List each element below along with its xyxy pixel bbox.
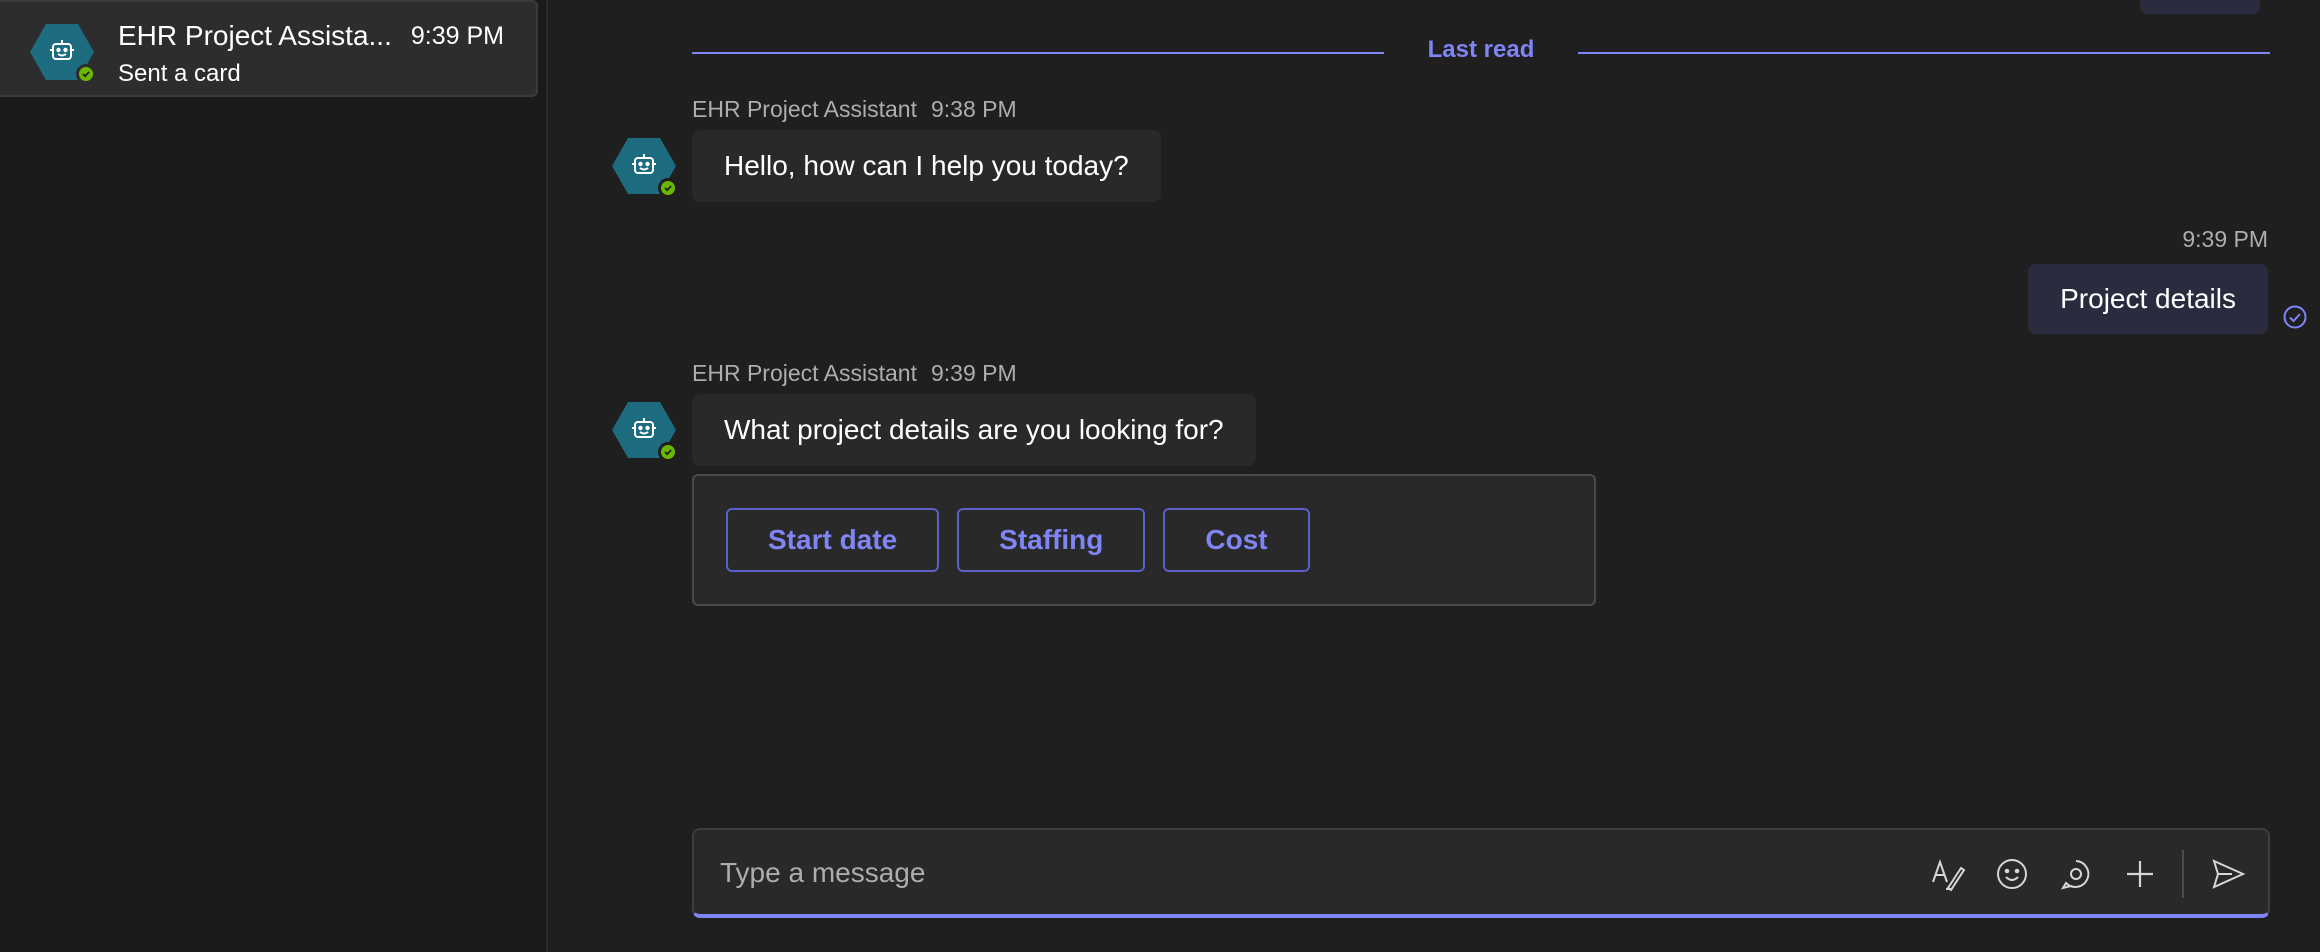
send-icon[interactable] <box>2204 850 2252 898</box>
message-meta: EHR Project Assistant 9:39 PM <box>692 360 1017 387</box>
conversation-pane: Last read EHR Project Assistant 9:38 PM <box>548 0 2320 952</box>
message-input[interactable] <box>718 846 1872 900</box>
loop-icon[interactable] <box>2052 850 2100 898</box>
chat-item-preview: Sent a card <box>118 60 241 87</box>
divider-line <box>692 52 1384 54</box>
incoming-message-bubble[interactable]: What project details are you looking for… <box>692 394 1256 466</box>
staffing-button[interactable]: Staffing <box>957 508 1146 572</box>
toolbar-divider <box>2182 850 2184 898</box>
format-icon[interactable] <box>1924 850 1972 898</box>
message-time: 9:38 PM <box>930 96 1017 122</box>
message-meta: EHR Project Assistant 9:38 PM <box>692 96 1017 123</box>
card-actions: Start date Staffing Cost <box>726 508 1310 572</box>
emoji-icon[interactable] <box>1988 850 2036 898</box>
presence-available-icon <box>76 64 96 84</box>
attach-icon[interactable] <box>2116 850 2164 898</box>
outgoing-message-bubble[interactable]: Project details <box>2028 264 2268 334</box>
bot-avatar <box>30 24 96 84</box>
presence-available-icon <box>658 178 678 198</box>
message-sender: EHR Project Assistant <box>692 96 917 122</box>
last-read-label: Last read <box>1427 36 1535 63</box>
message-time: 9:39 PM <box>2182 226 2268 252</box>
bot-avatar <box>612 138 678 198</box>
last-read-divider: Last read <box>692 36 2270 72</box>
read-receipt-icon <box>2283 305 2307 329</box>
cost-button[interactable]: Cost <box>1163 508 1310 572</box>
divider-line <box>1578 52 2270 54</box>
chat-list-item-ehr-assistant[interactable]: EHR Project Assista... 9:39 PM Sent a ca… <box>0 0 538 97</box>
incoming-message-bubble[interactable]: Hello, how can I help you today? <box>692 130 1161 202</box>
chat-item-time: 9:39 PM <box>410 22 504 50</box>
compose-box <box>692 828 2270 918</box>
previous-message-bubble <box>2140 0 2260 14</box>
teams-chat-window: EHR Project Assista... 9:39 PM Sent a ca… <box>0 0 2320 952</box>
adaptive-card: Start date Staffing Cost <box>692 474 1596 606</box>
start-date-button[interactable]: Start date <box>726 508 940 572</box>
bot-avatar <box>612 402 678 462</box>
message-time: 9:39 PM <box>930 360 1017 386</box>
chat-list-sidebar: EHR Project Assista... 9:39 PM Sent a ca… <box>0 0 548 952</box>
message-sender: EHR Project Assistant <box>692 360 917 386</box>
presence-available-icon <box>658 442 678 462</box>
compose-toolbar <box>1908 850 2252 898</box>
chat-item-name: EHR Project Assista... <box>118 20 392 51</box>
